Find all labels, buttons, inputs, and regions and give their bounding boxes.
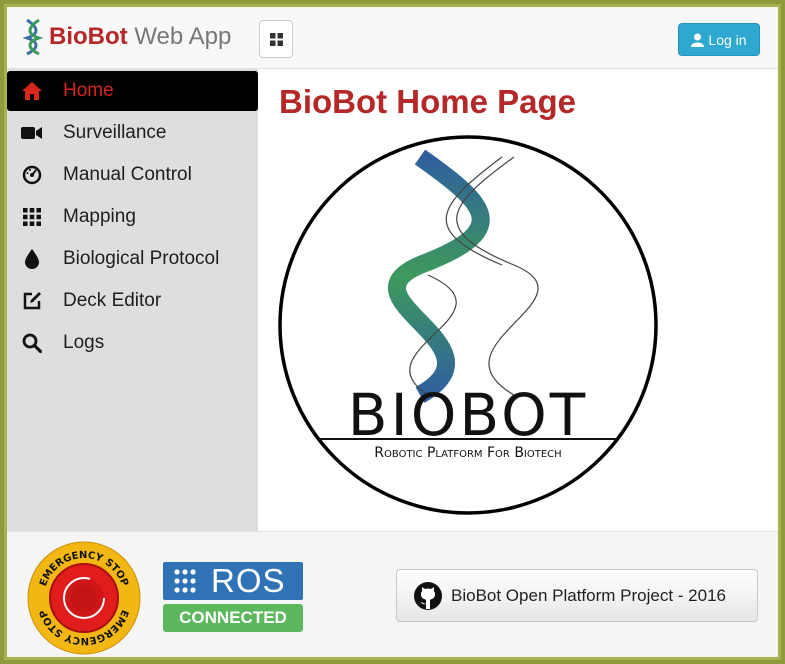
sidebar-item-label: Surveillance xyxy=(63,122,167,143)
login-label: Log in xyxy=(708,31,747,48)
ros-dots-icon xyxy=(174,569,196,593)
grid-icon xyxy=(21,206,43,228)
sidebar-item-label: Home xyxy=(63,80,114,101)
sidebar-item-label: Manual Control xyxy=(63,164,192,185)
sidebar-item-label: Logs xyxy=(63,332,105,353)
sidebar-item-logs[interactable]: Logs xyxy=(7,323,258,363)
sidebar: Home Surveillance Manual Control Mapping xyxy=(7,69,258,531)
search-icon xyxy=(21,332,43,354)
edit-icon xyxy=(21,290,43,312)
emergency-stop-button[interactable]: EMERGENCY STOP EMERGENCY STOP xyxy=(26,540,142,656)
ros-logo: ROS xyxy=(163,562,303,600)
apps-grid-button[interactable] xyxy=(259,20,293,58)
sidebar-item-label: Deck Editor xyxy=(63,290,162,311)
ros-status-badge: CONNECTED xyxy=(163,604,303,632)
sidebar-item-label: Biological Protocol xyxy=(63,248,220,269)
ros-label: ROS xyxy=(211,562,286,599)
brand-name-light: Web App xyxy=(134,23,232,50)
sidebar-item-surveillance[interactable]: Surveillance xyxy=(7,113,258,153)
github-label: BioBot Open Platform Project - 2016 xyxy=(451,585,726,605)
main-content: BioBot Home Page BIOBOT Robotic Platform… xyxy=(258,69,778,531)
th-large-icon xyxy=(269,32,283,46)
home-icon xyxy=(21,80,43,102)
footer: EMERGENCY STOP EMERGENCY STOP ROS CONNEC… xyxy=(7,531,778,657)
page-title: BioBot Home Page xyxy=(279,83,577,120)
brand[interactable]: BioBot Web App xyxy=(23,17,231,57)
top-navbar: BioBot Web App Log in xyxy=(7,7,778,69)
sidebar-item-label: Mapping xyxy=(63,206,136,227)
logo-tagline: Robotic Platform For Biotech xyxy=(374,445,561,461)
biobot-logo: BIOBOT Robotic Platform For Biotech xyxy=(278,135,658,515)
sidebar-item-biological-protocol[interactable]: Biological Protocol xyxy=(7,239,258,279)
video-camera-icon xyxy=(21,122,43,144)
brand-name-bold: BioBot xyxy=(49,23,128,50)
github-project-button[interactable]: BioBot Open Platform Project - 2016 xyxy=(396,569,758,622)
github-icon xyxy=(414,581,442,610)
dashboard-icon xyxy=(21,164,43,186)
drop-icon xyxy=(21,248,43,270)
sidebar-item-home[interactable]: Home xyxy=(7,71,258,111)
dna-logo-icon xyxy=(23,18,43,56)
login-button[interactable]: Log in xyxy=(678,23,760,56)
user-icon xyxy=(691,33,705,47)
sidebar-item-mapping[interactable]: Mapping xyxy=(7,197,258,237)
sidebar-item-manual-control[interactable]: Manual Control xyxy=(7,155,258,195)
sidebar-item-deck-editor[interactable]: Deck Editor xyxy=(7,281,258,321)
app-window: BioBot Web App Log in Home Surveillance … xyxy=(7,7,778,657)
